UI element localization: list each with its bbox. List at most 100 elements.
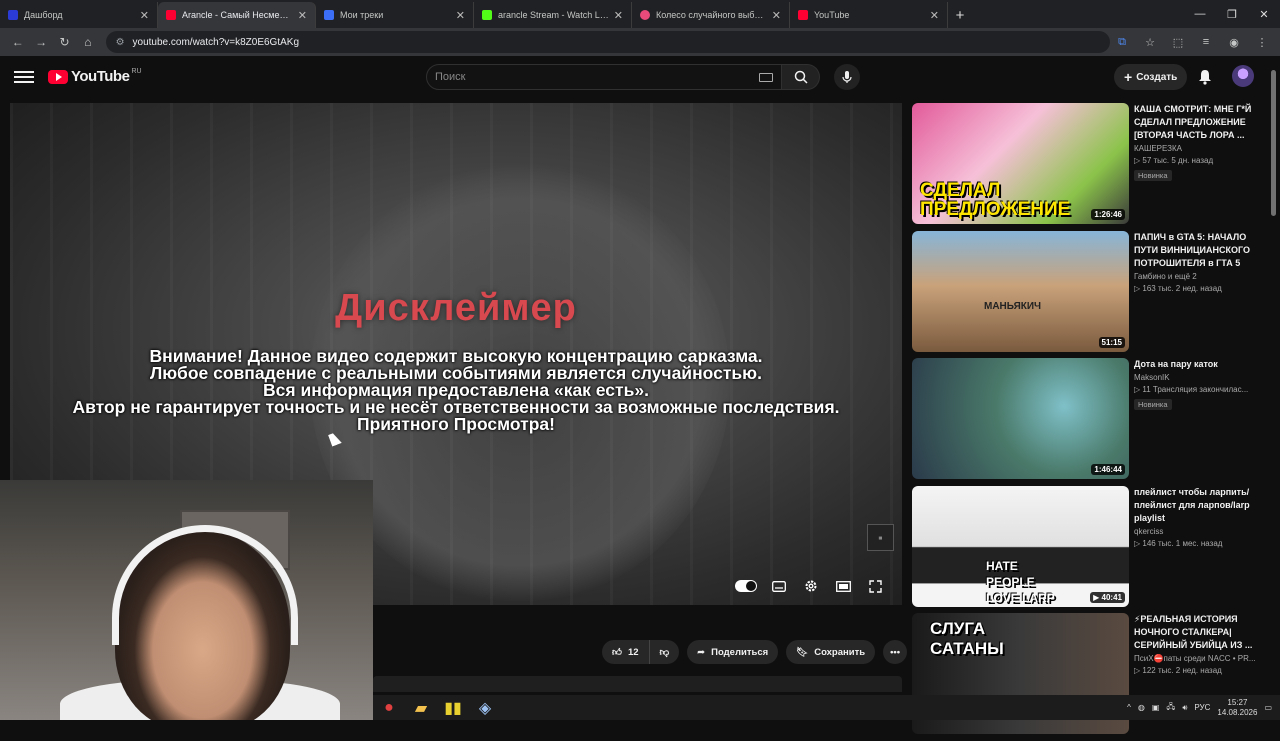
dashboard-favicon-icon bbox=[8, 10, 18, 20]
tab-title: YouTube bbox=[814, 10, 850, 20]
thumbs-down-icon: 👎︎ bbox=[659, 647, 670, 658]
notifications-bell-icon[interactable] bbox=[1195, 67, 1215, 87]
channel-name[interactable]: MaksonIK bbox=[1134, 373, 1266, 382]
recommendation-item[interactable]: HATE PEOPLE LOVE LARP ▶ 40:41 плейлист ч… bbox=[912, 485, 1268, 614]
search-button[interactable] bbox=[782, 64, 820, 90]
translate-icon[interactable]: ⧉ bbox=[1110, 30, 1134, 54]
close-tab-icon[interactable]: ✕ bbox=[140, 9, 149, 22]
youtube-favicon-icon bbox=[798, 10, 808, 20]
bookmark-star-icon[interactable]: ☆ bbox=[1138, 30, 1162, 54]
close-window-icon[interactable]: ✕ bbox=[1248, 0, 1280, 28]
settings-gear-icon[interactable] bbox=[801, 576, 821, 596]
tray-app-icon[interactable]: ◍ bbox=[1138, 703, 1145, 712]
channel-name[interactable]: ПсиХ⛔паты среди NACC • PR... bbox=[1134, 654, 1266, 663]
theater-mode-icon[interactable] bbox=[833, 576, 853, 596]
close-tab-icon[interactable]: ✕ bbox=[298, 9, 307, 22]
network-icon[interactable]: 🖧︎ bbox=[1166, 701, 1175, 715]
dislike-button[interactable]: 👎︎ bbox=[649, 640, 680, 664]
notifications-icon[interactable]: ▭ bbox=[1264, 703, 1272, 712]
clock-time: 15:27 bbox=[1227, 697, 1248, 707]
close-tab-icon[interactable]: ✕ bbox=[772, 9, 781, 22]
taskbar-app-icon[interactable]: ▮▮ bbox=[437, 695, 469, 720]
channel-watermark[interactable]: ▦ bbox=[867, 524, 894, 551]
video-thumbnail[interactable]: СДЕЛАЛ ПРЕДЛОЖЕНИЕ 1:26:46 bbox=[912, 103, 1129, 224]
video-thumbnail[interactable]: 1:46:44 bbox=[912, 358, 1129, 479]
video-title[interactable]: Дота на пару каток bbox=[1134, 358, 1266, 371]
autoplay-toggle[interactable] bbox=[735, 580, 757, 592]
recommendation-item[interactable]: 1:46:44 Дота на пару каток MaksonIK ▷ 11… bbox=[912, 358, 1268, 486]
home-icon[interactable]: ⌂ bbox=[76, 30, 99, 54]
steam-icon[interactable]: ◈ bbox=[469, 695, 501, 720]
channel-name[interactable]: qkerciss bbox=[1134, 527, 1266, 536]
recommendation-item[interactable]: СДЕЛАЛ ПРЕДЛОЖЕНИЕ 1:26:46 КАША СМОТРИТ:… bbox=[912, 103, 1268, 231]
browser-tab[interactable]: Мои треки ✕ bbox=[316, 2, 474, 28]
description-panel-edge bbox=[373, 676, 902, 692]
channel-name[interactable]: Гамбино и ещё 2 bbox=[1134, 272, 1266, 281]
site-info-icon[interactable]: ⚙ bbox=[116, 37, 125, 48]
browser-tab[interactable]: Колесо случайного выбора - ✕ bbox=[632, 2, 790, 28]
video-title[interactable]: плейлист чтобы ларпить/ плейлист для лар… bbox=[1134, 486, 1266, 525]
search-input[interactable]: Поиск bbox=[426, 64, 782, 90]
video-duration: 1:26:46 bbox=[1091, 209, 1125, 220]
like-button[interactable]: 👍︎ 12 bbox=[602, 640, 650, 664]
video-thumbnail[interactable]: HATE PEOPLE LOVE LARP ▶ 40:41 bbox=[912, 485, 1129, 607]
create-button[interactable]: + Создать bbox=[1114, 64, 1188, 90]
menu-hamburger-icon[interactable] bbox=[14, 68, 34, 88]
browser-menu-icon[interactable]: ⋮ bbox=[1250, 30, 1274, 54]
minimize-icon[interactable]: — bbox=[1184, 0, 1216, 28]
subtitles-icon[interactable] bbox=[769, 576, 789, 596]
tray-app-icon[interactable]: ▣ bbox=[1152, 703, 1160, 712]
keyboard-language[interactable]: РУС bbox=[1194, 703, 1210, 712]
video-title[interactable]: ПАПИЧ в GTA 5: НАЧАЛО ПУТИ ВИННИЦИАНСКОГ… bbox=[1134, 231, 1266, 270]
forward-arrow-icon[interactable]: → bbox=[29, 30, 52, 54]
share-button[interactable]: ➦ Поделиться bbox=[687, 640, 779, 664]
more-actions-button[interactable]: ••• bbox=[883, 640, 908, 664]
close-tab-icon[interactable]: ✕ bbox=[930, 9, 939, 22]
tray-arrow-icon[interactable]: ^ bbox=[1127, 703, 1131, 712]
like-count: 12 bbox=[627, 646, 639, 658]
youtube-header: YouTube RU Поиск + Создать bbox=[0, 56, 1280, 100]
browser-tab[interactable]: YouTube ✕ bbox=[790, 2, 948, 28]
video-thumbnail[interactable]: МАНЬЯКИЧ 51:15 bbox=[912, 230, 1129, 352]
file-explorer-icon[interactable]: ▰ bbox=[405, 695, 437, 720]
extensions-icon[interactable]: ⬚ bbox=[1166, 30, 1190, 54]
video-duration: ▶ 40:41 bbox=[1090, 591, 1125, 603]
close-tab-icon[interactable]: ✕ bbox=[456, 9, 465, 22]
disclaimer-line: Приятного Просмотра! bbox=[357, 414, 555, 434]
address-bar[interactable]: ⚙ youtube.com/watch?v=k8Z0E6GtAKg bbox=[105, 31, 1110, 53]
page-scrollbar[interactable] bbox=[1271, 70, 1276, 216]
taskbar-app-icon[interactable]: ● bbox=[373, 695, 405, 720]
browser-tab[interactable]: Дашборд ✕ bbox=[0, 2, 158, 28]
new-tab-button[interactable]: + bbox=[948, 2, 972, 28]
close-tab-icon[interactable]: ✕ bbox=[614, 9, 623, 22]
browser-tab-active[interactable]: Arancle - Самый Несмешной ✕ bbox=[158, 2, 316, 28]
fullscreen-icon[interactable] bbox=[865, 576, 885, 596]
tab-title: Колесо случайного выбора - bbox=[656, 10, 768, 20]
recommendation-item[interactable]: МАНЬЯКИЧ 51:15 ПАПИЧ в GTA 5: НАЧАЛО ПУТ… bbox=[912, 230, 1268, 359]
search-icon bbox=[794, 70, 808, 84]
reading-list-icon[interactable]: ≡ bbox=[1194, 30, 1218, 54]
profile-icon[interactable]: ◉ bbox=[1222, 30, 1246, 54]
clock-date: 14.08.2026 bbox=[1217, 707, 1258, 717]
taskbar-clock[interactable]: 15:27 14.08.2026 bbox=[1217, 698, 1257, 718]
thumbnail-caption: СЛУГА САТАНЫ bbox=[930, 619, 1004, 658]
keyboard-icon[interactable] bbox=[759, 72, 773, 82]
share-label: Поделиться bbox=[711, 646, 769, 658]
voice-search-button[interactable] bbox=[834, 64, 860, 90]
browser-tab-strip: Дашборд ✕ Arancle - Самый Несмешной ✕ Мои … bbox=[0, 0, 1280, 28]
reload-icon[interactable]: ↻ bbox=[53, 30, 76, 54]
streamer-webcam-overlay bbox=[0, 480, 373, 720]
browser-tab[interactable]: arancle Stream - Watch Live on ✕ bbox=[474, 2, 632, 28]
channel-name[interactable]: КАШЕРЕЗКА bbox=[1134, 144, 1266, 153]
kick-favicon-icon bbox=[482, 10, 492, 20]
account-avatar[interactable] bbox=[1232, 65, 1254, 87]
youtube-logo[interactable]: YouTube RU bbox=[48, 68, 142, 85]
recommendation-item[interactable]: СЛУГА САТАНЫ ⚡РЕАЛЬНАЯ ИСТОРИЯ НОЧНОГО С… bbox=[912, 613, 1268, 741]
video-title[interactable]: КАША СМОТРИТ: МНЕ Г*Й СДЕЛАЛ ПРЕДЛОЖЕНИЕ… bbox=[1134, 103, 1266, 142]
volume-icon[interactable]: 🔊︎ bbox=[1182, 703, 1187, 713]
maximize-icon[interactable]: ❐ bbox=[1216, 0, 1248, 28]
save-button[interactable]: 🔖︎ Сохранить bbox=[786, 640, 876, 664]
video-actions: 👍︎ 12 👎︎ ➦ Поделиться 🔖︎ Сохранить ••• bbox=[602, 640, 908, 664]
back-arrow-icon[interactable]: ← bbox=[6, 30, 29, 54]
video-title[interactable]: ⚡РЕАЛЬНАЯ ИСТОРИЯ НОЧНОГО СТАЛКЕРА| СЕРИ… bbox=[1134, 613, 1266, 652]
